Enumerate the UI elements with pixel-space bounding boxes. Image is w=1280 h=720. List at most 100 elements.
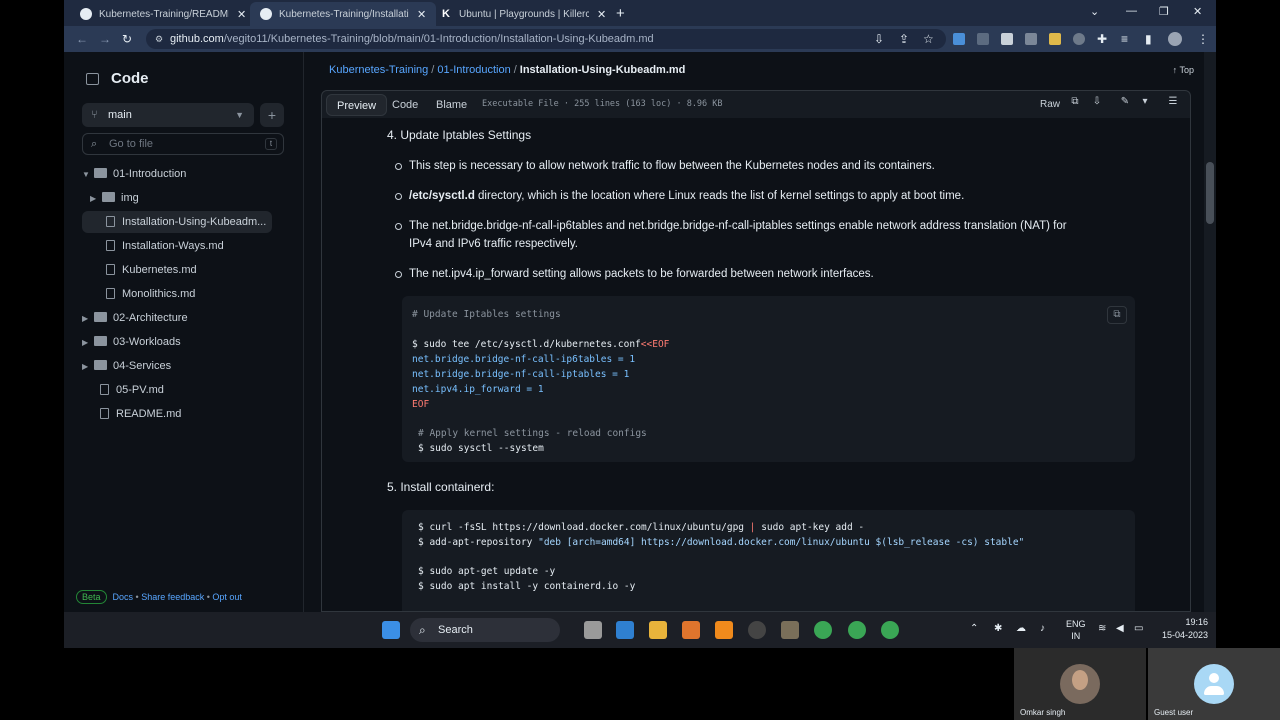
chrome-icon[interactable] (881, 621, 899, 639)
tree-file-05-pv[interactable]: 05-PV.md (100, 379, 164, 401)
side-panel-icon[interactable]: ▮ (1145, 32, 1152, 46)
reading-list-icon[interactable]: ≡ (1121, 32, 1128, 46)
reload-icon[interactable]: ↻ (122, 32, 132, 46)
more-menu-icon[interactable]: ⋮ (1197, 32, 1209, 46)
time: 19:16 (1185, 617, 1208, 627)
tree-file-installation-using-kubeadm[interactable]: Installation-Using-Kubeadm... (82, 211, 272, 233)
code-block-containerd[interactable]: $ curl -fsSL https://download.docker.com… (402, 510, 1135, 611)
video-tile-participant[interactable]: Omkar singh (1014, 648, 1146, 720)
tree-file-monolithics[interactable]: Monolithics.md (106, 283, 195, 305)
sidebar-header: Code (86, 70, 149, 87)
collapse-panel-icon[interactable] (86, 72, 99, 85)
browser-tab-installation[interactable]: Kubernetes-Training/Installation ✕ (250, 2, 437, 26)
close-icon[interactable]: ✕ (417, 8, 426, 21)
chevron-up-icon[interactable]: ⌃ (970, 623, 978, 634)
tree-folder-01-introduction[interactable]: ▼ 01-Introduction (82, 163, 284, 185)
top-button[interactable]: ↑ Top (1173, 65, 1194, 75)
extension-icon[interactable] (977, 33, 989, 45)
extension-icon[interactable] (1025, 33, 1037, 45)
vscode-icon[interactable] (616, 621, 634, 639)
translate-extension-icon[interactable] (953, 33, 965, 45)
file-explorer-icon[interactable] (649, 621, 667, 639)
tree-folder-02-architecture[interactable]: ▶ 02-Architecture (82, 307, 188, 329)
breadcrumb-repo-link[interactable]: Kubernetes-Training (329, 64, 428, 76)
date: 15-04-2023 (1161, 630, 1208, 640)
raw-button[interactable]: Raw (1032, 95, 1068, 115)
clock-icon[interactable] (748, 621, 766, 639)
vlc-icon[interactable] (715, 621, 733, 639)
volume-icon[interactable]: ◀ (1116, 623, 1124, 634)
docs-link[interactable]: Docs (113, 592, 134, 602)
url-bar[interactable]: ⚙ github.com/vegito11/Kubernetes-Trainin… (146, 29, 946, 49)
edit-pencil-icon[interactable]: ✎ (1118, 96, 1132, 112)
install-icon[interactable]: ⇩ (874, 32, 884, 46)
extension-icon[interactable] (1073, 33, 1085, 45)
code-block-iptables[interactable]: ⧉ # Update Iptables settings $ sudo tee … (402, 296, 1135, 462)
back-icon[interactable]: ← (76, 32, 88, 46)
sublime-icon[interactable] (682, 621, 700, 639)
clock[interactable]: 19:16 15-04-2023 (1162, 616, 1208, 642)
add-file-button[interactable]: + (260, 103, 284, 127)
cloud-icon[interactable]: ☁ (1016, 623, 1026, 634)
close-icon[interactable]: ✕ (597, 8, 606, 21)
tab-blame[interactable]: Blame (426, 94, 477, 116)
scrollbar-thumb[interactable] (1206, 162, 1214, 224)
extension-icon[interactable] (1001, 33, 1013, 45)
copy-icon[interactable]: ⧉ (1107, 306, 1127, 324)
tree-file-kubernetes[interactable]: Kubernetes.md (106, 259, 197, 281)
breadcrumb-folder-link[interactable]: 01-Introduction (437, 64, 510, 76)
file-icon (106, 240, 115, 251)
battery-icon[interactable]: ▭ (1134, 623, 1143, 634)
github-icon (80, 8, 92, 20)
code-line: EOF (412, 399, 430, 410)
photos-icon[interactable] (781, 621, 799, 639)
chrome-icon[interactable] (814, 621, 832, 639)
share-feedback-link[interactable]: Share feedback (141, 592, 204, 602)
extension-icon[interactable] (1049, 33, 1061, 45)
search-icon: ⌕ (419, 623, 426, 637)
go-to-file-input[interactable]: ⌕ Go to file t (82, 133, 284, 155)
tree-folder-03-workloads[interactable]: ▶ 03-Workloads (82, 331, 181, 353)
taskbar: ⌕ Search ⌃ ✱ ☁ ♪ ENG IN ≋ ◀ ▭ 19:16 15-04-… (64, 612, 1216, 648)
opt-out-link[interactable]: Opt out (212, 592, 242, 602)
outline-list-icon[interactable]: ☰ (1166, 96, 1180, 112)
search-icon: ⌕ (91, 138, 98, 150)
share-icon[interactable]: ⇪ (899, 32, 909, 46)
microphone-icon[interactable]: ♪ (1040, 623, 1045, 634)
new-tab-button[interactable]: + (616, 5, 625, 22)
windows-start-icon[interactable] (382, 621, 400, 639)
wifi-icon[interactable]: ≋ (1098, 623, 1106, 634)
video-tile-guest[interactable]: Guest user (1148, 648, 1280, 720)
bookmark-star-icon[interactable]: ☆ (923, 32, 934, 46)
tab-title: Ubuntu | Playgrounds | Killercod (459, 8, 589, 20)
tab-search-icon[interactable]: ⌄ (1090, 5, 1099, 18)
copy-raw-icon[interactable]: ⧉ (1068, 96, 1082, 112)
task-view-icon[interactable] (584, 621, 602, 639)
download-icon[interactable]: ⇩ (1090, 96, 1104, 112)
browser-tab-readme[interactable]: Kubernetes-Training/README.m ✕ (70, 2, 256, 26)
tree-folder-img[interactable]: ▶ img (90, 187, 284, 209)
app-tray-icon[interactable]: ✱ (994, 623, 1002, 634)
list-item: This step is necessary to allow network … (395, 157, 1149, 175)
browser-tab-killercoda[interactable]: K Ubuntu | Playgrounds | Killercod ✕ (430, 2, 616, 26)
tab-code[interactable]: Code (382, 94, 428, 116)
profile-avatar[interactable] (1168, 32, 1182, 46)
close-window-button[interactable]: ✕ (1193, 5, 1202, 18)
maximize-button[interactable]: ❐ (1159, 5, 1169, 18)
tree-file-installation-ways[interactable]: Installation-Ways.md (106, 235, 224, 257)
tab-preview[interactable]: Preview (326, 94, 388, 116)
tree-file-readme[interactable]: README.md (100, 403, 181, 425)
puzzle-icon[interactable]: ✚ (1097, 32, 1107, 46)
close-icon[interactable]: ✕ (237, 8, 246, 21)
chevron-down-icon[interactable]: ▾ (1138, 96, 1152, 112)
git-branch-icon: ⑂ (91, 109, 98, 121)
branch-selector[interactable]: ⑂ main ▼ (82, 103, 254, 127)
minimize-button[interactable]: — (1126, 5, 1137, 17)
taskbar-search[interactable]: ⌕ Search (410, 618, 560, 642)
chrome-icon[interactable] (848, 621, 866, 639)
tree-folder-04-services[interactable]: ▶ 04-Services (82, 355, 171, 377)
site-info-icon[interactable]: ⚙ (155, 29, 163, 49)
page-scrollbar[interactable] (1204, 52, 1216, 612)
language-indicator[interactable]: ENG IN (1066, 618, 1086, 642)
forward-icon[interactable]: → (99, 32, 111, 46)
